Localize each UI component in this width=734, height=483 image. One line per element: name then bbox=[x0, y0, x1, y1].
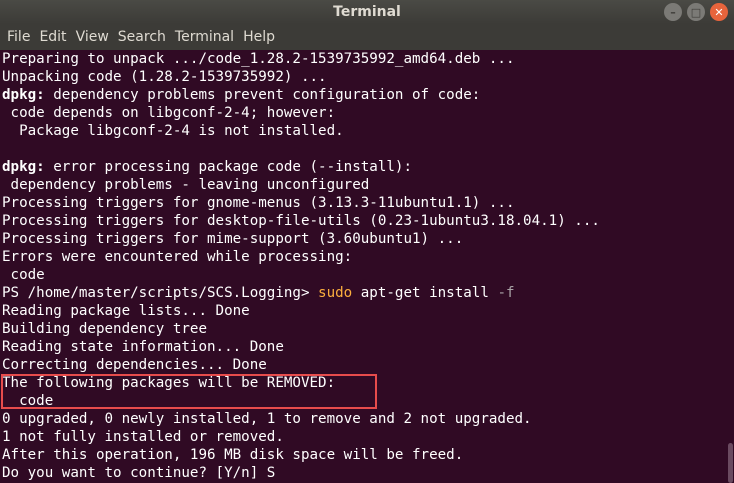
terminal-line: Unpacking code (1.28.2-1539735992) ... bbox=[2, 69, 327, 85]
terminal-line: dependency problems - leaving unconfigur… bbox=[2, 177, 370, 193]
menu-file[interactable]: File bbox=[3, 24, 34, 50]
window-title: Terminal bbox=[333, 4, 401, 20]
removal-highlight-box bbox=[1, 374, 377, 409]
terminal-line: Processing triggers for desktop-file-uti… bbox=[2, 213, 600, 229]
terminal-line: 0 upgraded, 0 newly installed, 1 to remo… bbox=[2, 411, 532, 427]
close-icon[interactable]: ✕ bbox=[710, 3, 728, 21]
terminal-line: dpkg: dependency problems prevent config… bbox=[2, 86, 734, 104]
scrollbar[interactable] bbox=[726, 50, 734, 483]
terminal-line: Reading state information... Done bbox=[2, 339, 284, 355]
terminal-line-text: dependency problems prevent configuratio… bbox=[44, 87, 481, 103]
terminal-line: code bbox=[2, 267, 45, 283]
window-controls: – □ ✕ bbox=[664, 3, 728, 21]
terminal-line: code depends on libgconf-2-4; however: bbox=[2, 105, 336, 121]
title-bar[interactable]: Terminal – □ ✕ bbox=[0, 0, 734, 24]
terminal-line: Preparing to unpack .../code_1.28.2-1539… bbox=[2, 51, 515, 67]
terminal-line-text: error processing package code (--install… bbox=[44, 159, 413, 175]
menu-bar: File Edit View Search Terminal Help bbox=[0, 24, 734, 50]
terminal-line: 1 not fully installed or removed. bbox=[2, 429, 284, 445]
terminal-line: Reading package lists... Done bbox=[2, 303, 250, 319]
terminal-output[interactable]: Preparing to unpack .../code_1.28.2-1539… bbox=[0, 50, 734, 483]
terminal-line: After this operation, 196 MB disk space … bbox=[2, 447, 464, 463]
command-args: apt-get install bbox=[352, 285, 498, 301]
menu-terminal[interactable]: Terminal bbox=[171, 24, 238, 50]
terminal-window: Terminal – □ ✕ File Edit View Search Ter… bbox=[0, 0, 734, 483]
menu-edit[interactable]: Edit bbox=[35, 24, 70, 50]
terminal-text: Preparing to unpack .../code_1.28.2-1539… bbox=[0, 50, 734, 482]
scrollbar-thumb[interactable] bbox=[728, 443, 733, 483]
terminal-line: Correcting dependencies... Done bbox=[2, 357, 267, 373]
dpkg-label: dpkg: bbox=[2, 87, 45, 103]
terminal-line: Processing triggers for mime-support (3.… bbox=[2, 231, 464, 247]
terminal-line: Errors were encountered while processing… bbox=[2, 249, 353, 265]
minimize-icon[interactable]: – bbox=[664, 3, 682, 21]
command-sudo: sudo bbox=[318, 285, 353, 301]
input-line[interactable]: Do you want to continue? [Y/n] S bbox=[2, 464, 734, 482]
dpkg-label: dpkg: bbox=[2, 159, 45, 175]
maximize-icon[interactable]: □ bbox=[687, 3, 705, 21]
prompt-line: PS /home/master/scripts/SCS.Logging> sud… bbox=[2, 284, 734, 302]
shell-prompt: PS /home/master/scripts/SCS.Logging> bbox=[2, 285, 319, 301]
command-flag: -f bbox=[497, 285, 515, 301]
menu-view[interactable]: View bbox=[72, 24, 113, 50]
menu-help[interactable]: Help bbox=[239, 24, 279, 50]
terminal-line: Package libgconf-2-4 is not installed. bbox=[2, 123, 344, 139]
terminal-line: Processing triggers for gnome-menus (3.1… bbox=[2, 195, 515, 211]
terminal-line: dpkg: error processing package code (--i… bbox=[2, 158, 734, 176]
menu-search[interactable]: Search bbox=[114, 24, 170, 50]
terminal-line: Building dependency tree bbox=[2, 321, 207, 337]
